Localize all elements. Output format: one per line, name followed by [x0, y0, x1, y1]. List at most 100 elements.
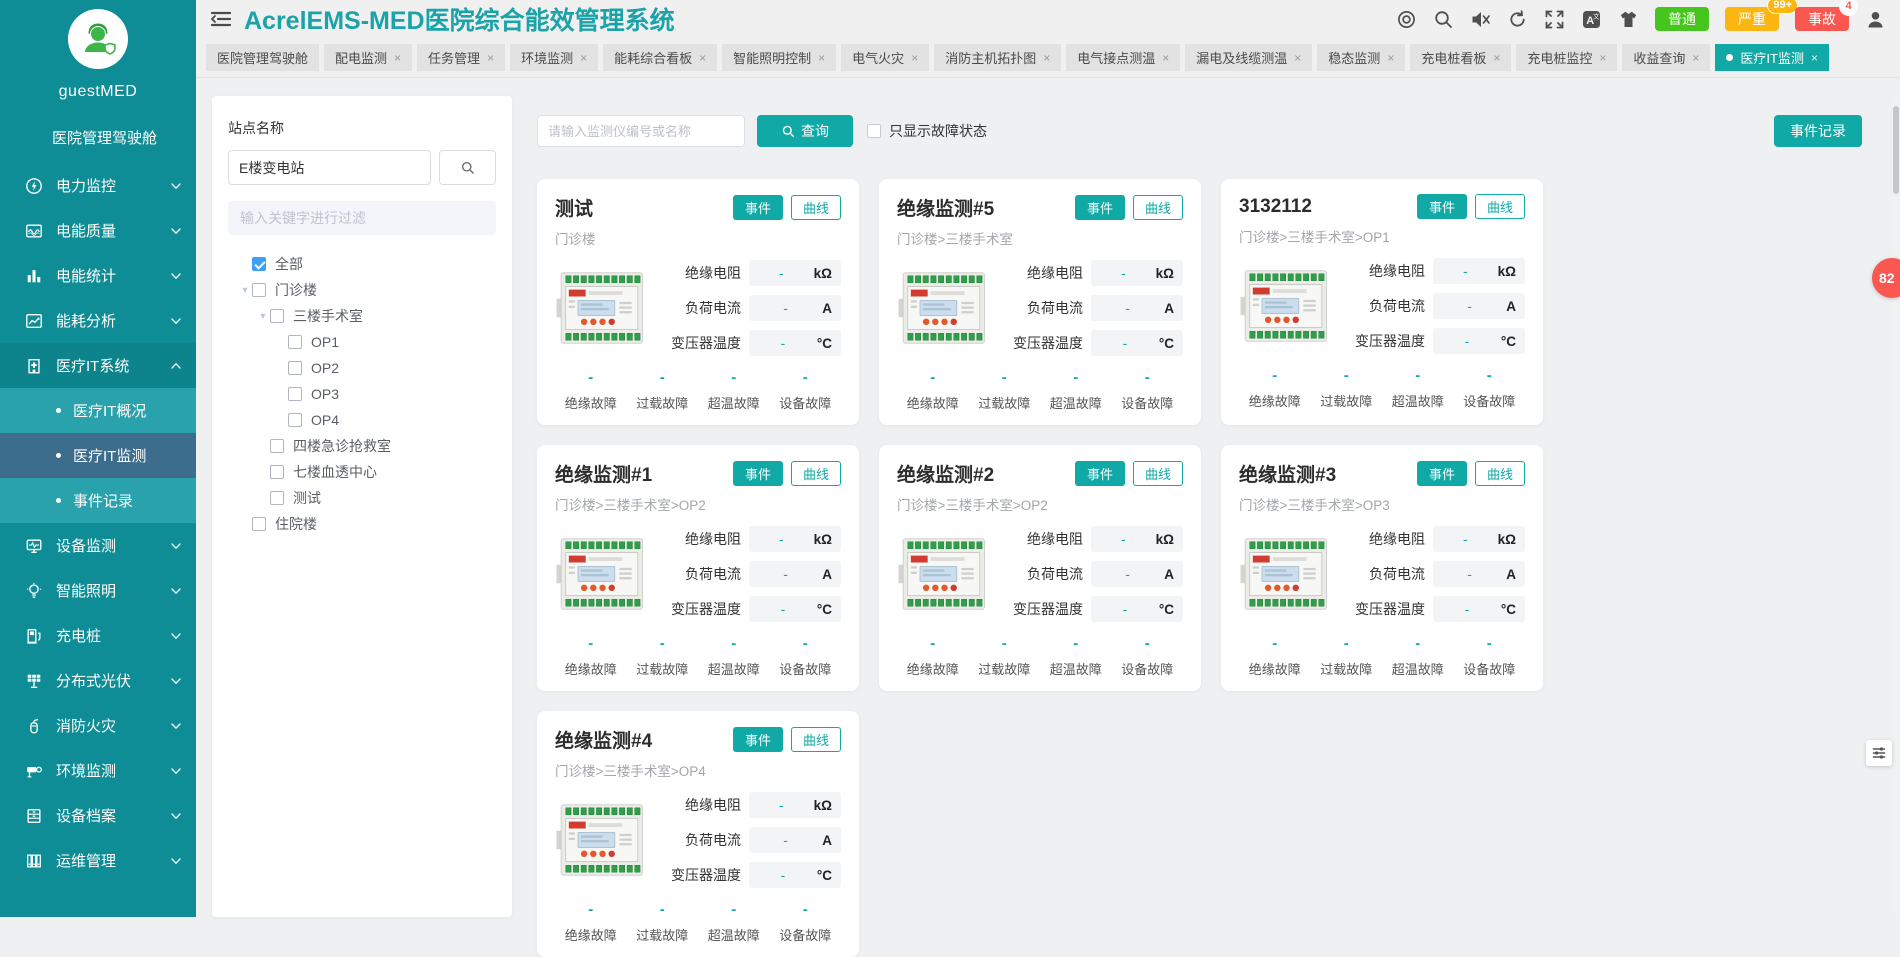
close-tab-icon[interactable]: ×: [394, 52, 401, 64]
tab-能耗综合看板[interactable]: 能耗综合看板×: [603, 44, 717, 71]
tab-收益查询[interactable]: 收益查询×: [1622, 44, 1710, 71]
sidebar-item-医疗IT系统[interactable]: 医疗IT系统: [0, 343, 196, 388]
close-tab-icon[interactable]: ×: [1692, 52, 1699, 64]
tree-checkbox[interactable]: [288, 335, 302, 349]
sidebar-item-消防火灾[interactable]: 消防火灾: [0, 703, 196, 748]
tree-checkbox[interactable]: [270, 465, 284, 479]
display-settings-button[interactable]: [1866, 740, 1892, 766]
monitor-search-input[interactable]: [537, 115, 745, 147]
tree-node-测试[interactable]: 测试: [228, 485, 496, 511]
tab-充电桩看板[interactable]: 充电桩看板×: [1410, 44, 1511, 71]
query-button[interactable]: 查询: [757, 115, 853, 147]
tree-node-OP4[interactable]: OP4: [228, 407, 496, 433]
close-tab-icon[interactable]: ×: [1599, 52, 1606, 64]
tree-node-门诊楼[interactable]: ▾门诊楼: [228, 277, 496, 303]
status-pill-normal[interactable]: 普通: [1655, 7, 1709, 31]
curve-button[interactable]: 曲线: [791, 195, 841, 220]
sidebar-item-智能照明[interactable]: 智能照明: [0, 568, 196, 613]
status-pill-accident[interactable]: 事故4: [1795, 7, 1849, 31]
target-icon[interactable]: [1396, 9, 1417, 30]
sidebar-item-充电桩[interactable]: 充电桩: [0, 613, 196, 658]
tree-node-三楼手术室[interactable]: ▾三楼手术室: [228, 303, 496, 329]
close-tab-icon[interactable]: ×: [699, 52, 706, 64]
tree-filter-input[interactable]: [228, 201, 496, 235]
sidebar-subitem-事件记录[interactable]: 事件记录: [0, 478, 196, 523]
event-button[interactable]: 事件: [1075, 461, 1125, 486]
caret-down-icon[interactable]: ▾: [256, 311, 270, 322]
event-button[interactable]: 事件: [1417, 461, 1467, 486]
mute-icon[interactable]: [1470, 9, 1491, 30]
fault-only-checkbox[interactable]: 只显示故障状态: [867, 121, 987, 141]
tree-node-四楼急诊抢救室[interactable]: 四楼急诊抢救室: [228, 433, 496, 459]
close-tab-icon[interactable]: ×: [1811, 52, 1818, 64]
theme-icon[interactable]: [1618, 9, 1639, 30]
close-tab-icon[interactable]: ×: [1387, 52, 1394, 64]
curve-button[interactable]: 曲线: [791, 461, 841, 486]
translate-icon[interactable]: A文: [1581, 9, 1602, 30]
tree-checkbox[interactable]: [288, 387, 302, 401]
tree-checkbox[interactable]: [270, 439, 284, 453]
tab-医疗IT监测[interactable]: 医疗IT监测×: [1715, 44, 1829, 71]
sidebar-item-运维管理[interactable]: 运维管理: [0, 838, 196, 883]
tree-node-OP3[interactable]: OP3: [228, 381, 496, 407]
close-tab-icon[interactable]: ×: [1294, 52, 1301, 64]
tree-checkbox[interactable]: [270, 309, 284, 323]
search-icon[interactable]: [1433, 9, 1454, 30]
curve-button[interactable]: 曲线: [1133, 461, 1183, 486]
tree-checkbox[interactable]: [288, 361, 302, 375]
event-button[interactable]: 事件: [733, 461, 783, 486]
sidebar-item-能耗分析[interactable]: 能耗分析: [0, 298, 196, 343]
event-button[interactable]: 事件: [1417, 194, 1467, 219]
sidebar-item-设备档案[interactable]: 设备档案: [0, 793, 196, 838]
curve-button[interactable]: 曲线: [1475, 194, 1525, 219]
sidebar-item-dashboard[interactable]: 医院管理驾驶舱: [0, 117, 196, 161]
close-tab-icon[interactable]: ×: [580, 52, 587, 64]
tree-checkbox[interactable]: [252, 257, 266, 271]
tree-checkbox[interactable]: [288, 413, 302, 427]
tab-消防主机拓扑图[interactable]: 消防主机拓扑图×: [934, 44, 1061, 71]
close-tab-icon[interactable]: ×: [1493, 52, 1500, 64]
station-name-input[interactable]: [228, 150, 431, 185]
event-log-button[interactable]: 事件记录: [1774, 115, 1862, 147]
tree-checkbox[interactable]: [252, 283, 266, 297]
tree-checkbox[interactable]: [252, 517, 266, 531]
tab-环境监测[interactable]: 环境监测×: [510, 44, 598, 71]
tree-node-OP2[interactable]: OP2: [228, 355, 496, 381]
tree-node-七楼血透中心[interactable]: 七楼血透中心: [228, 459, 496, 485]
sidebar-subitem-医疗IT监测[interactable]: 医疗IT监测: [0, 433, 196, 478]
refresh-icon[interactable]: [1507, 9, 1528, 30]
tab-任务管理[interactable]: 任务管理×: [417, 44, 505, 71]
tab-电气接点测温[interactable]: 电气接点测温×: [1066, 44, 1180, 71]
sidebar-item-电能质量[interactable]: 电能质量: [0, 208, 196, 253]
caret-down-icon[interactable]: ▾: [238, 285, 252, 296]
tab-稳态监测[interactable]: 稳态监测×: [1317, 44, 1405, 71]
user-icon[interactable]: [1865, 9, 1886, 30]
curve-button[interactable]: 曲线: [791, 727, 841, 752]
event-button[interactable]: 事件: [733, 727, 783, 752]
checkbox-box[interactable]: [867, 124, 881, 138]
tab-充电桩监控[interactable]: 充电桩监控×: [1516, 44, 1617, 71]
tab-漏电及线缆测温[interactable]: 漏电及线缆测温×: [1185, 44, 1312, 71]
close-tab-icon[interactable]: ×: [818, 52, 825, 64]
event-button[interactable]: 事件: [733, 195, 783, 220]
tab-智能照明控制[interactable]: 智能照明控制×: [722, 44, 836, 71]
fullscreen-icon[interactable]: [1544, 9, 1565, 30]
tab-医院管理驾驶舱[interactable]: 医院管理驾驶舱: [206, 44, 319, 71]
event-button[interactable]: 事件: [1075, 195, 1125, 220]
tab-配电监测[interactable]: 配电监测×: [324, 44, 412, 71]
sidebar-item-环境监测[interactable]: 环境监测: [0, 748, 196, 793]
tree-checkbox[interactable]: [270, 491, 284, 505]
curve-button[interactable]: 曲线: [1475, 461, 1525, 486]
tree-node-OP1[interactable]: OP1: [228, 329, 496, 355]
sidebar-item-设备监测[interactable]: 设备监测: [0, 523, 196, 568]
tree-node-住院楼[interactable]: 住院楼: [228, 511, 496, 537]
sidebar-item-分布式光伏[interactable]: 分布式光伏: [0, 658, 196, 703]
close-tab-icon[interactable]: ×: [1162, 52, 1169, 64]
hamburger-icon[interactable]: [210, 10, 232, 28]
sidebar-subitem-医疗IT概况[interactable]: 医疗IT概况: [0, 388, 196, 433]
station-search-button[interactable]: [439, 150, 496, 185]
close-tab-icon[interactable]: ×: [911, 52, 918, 64]
status-pill-severe[interactable]: 严重99+: [1725, 7, 1779, 31]
scrollbar-thumb[interactable]: [1893, 106, 1899, 194]
close-tab-icon[interactable]: ×: [487, 52, 494, 64]
